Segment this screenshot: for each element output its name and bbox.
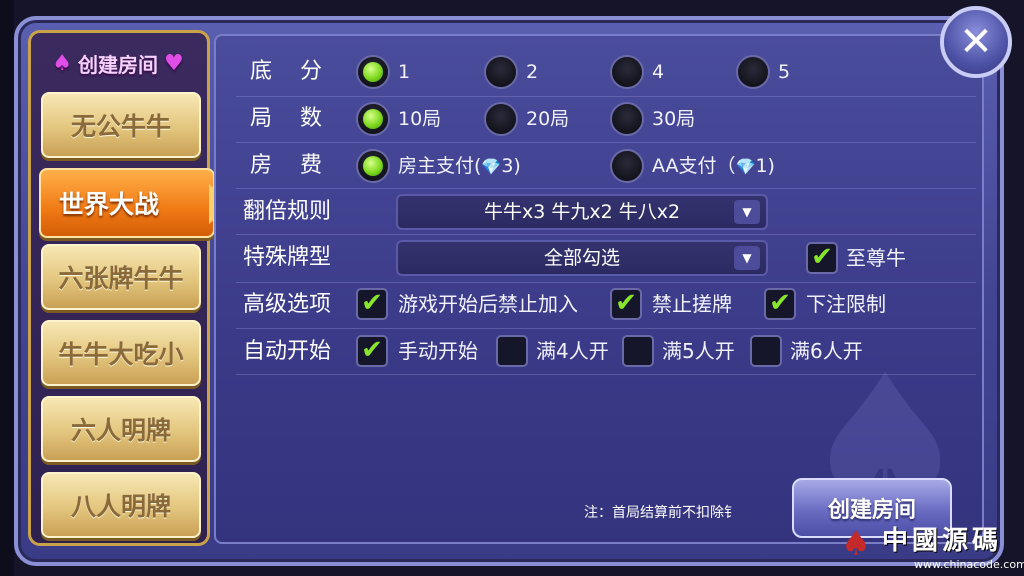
fee-option-label: AA支付（ [652,155,736,177]
divider [236,142,976,143]
background [0,0,14,576]
fee-radio-aa[interactable] [610,149,644,183]
room-fee-label: 房费 [250,153,351,178]
advanced-option-label: 下注限制 [806,292,886,316]
special-hand-label: 特殊牌型 [243,245,332,270]
rounds-radio-20[interactable] [484,102,518,136]
tab-label: 无公牛牛 [70,112,171,141]
fee-option-aa: AA支付（💎1) [652,149,775,183]
divider [236,374,976,375]
base-score-option: 1 [398,61,411,83]
chevron-down-icon: ▼ [734,246,760,270]
special-hand-value: 全部勾选 [543,247,620,269]
no-rub-card-checkbox[interactable]: ✔ [610,288,642,320]
supreme-niu-label: 至尊牛 [846,246,906,270]
tab-wugong-niuniu[interactable]: 无公牛牛 [41,92,201,158]
rounds-option: 30局 [652,108,696,130]
fee-gem-count: 3) [501,155,521,177]
base-score-radio-1[interactable] [356,55,390,89]
site-watermark: ♠ 中國源碼 www.chinacode.com [830,520,1024,576]
divider [236,328,976,329]
base-score-radio-2[interactable] [484,55,518,89]
sidebar-title: ♠ 创建房间 ♥ [32,44,204,82]
base-score-option: 5 [778,61,791,83]
fee-note: 注：首局结算前不扣除钅 [584,505,738,521]
spade-icon: ♠ [52,50,72,76]
fee-gem-count: 1) [755,155,775,177]
advanced-label: 高级选项 [243,292,332,317]
tab-label: 世界大战 [59,190,160,219]
divider [236,282,976,283]
bet-limit-checkbox[interactable]: ✔ [764,288,796,320]
tab-niuniu-big-eats-small[interactable]: 牛牛大吃小 [41,320,201,386]
advanced-option-label: 游戏开始后禁止加入 [398,292,578,316]
supreme-niu-checkbox[interactable]: ✔ [806,242,838,274]
divider [236,234,976,235]
auto-start-option-label: 手动开始 [398,339,478,363]
tab-label: 牛牛大吃小 [58,340,184,369]
base-score-option: 4 [652,61,665,83]
divider [236,188,976,189]
fee-radio-owner[interactable] [356,149,390,183]
divider [236,96,976,97]
full-6-start-checkbox[interactable] [750,335,782,367]
auto-start-option-label: 满6人开 [790,339,863,363]
fee-option-label: 房主支付( [398,155,482,177]
rounds-radio-30[interactable] [610,102,644,136]
sidebar-title-label: 创建房间 [78,52,158,77]
full-5-start-checkbox[interactable] [622,335,654,367]
tab-eight-player-open[interactable]: 八人明牌 [41,472,201,538]
rounds-option: 20局 [526,108,570,130]
rounds-option: 10局 [398,108,442,130]
full-4-start-checkbox[interactable] [496,335,528,367]
auto-start-label: 自动开始 [243,339,332,364]
fee-option-owner: 房主支付(💎3) [398,149,521,183]
tab-six-player-open[interactable]: 六人明牌 [41,396,201,462]
tab-label: 八人明牌 [70,492,171,521]
watermark-url: www.chinacode.com [914,558,1024,571]
multiplier-dropdown[interactable]: 牛牛x3 牛九x2 牛八x2 ▼ [396,194,768,230]
diamond-icon: 💎 [481,157,502,176]
tab-label: 六人明牌 [70,416,171,445]
auto-start-option-label: 满5人开 [662,339,735,363]
special-hand-dropdown[interactable]: 全部勾选 ▼ [396,240,768,276]
tab-label: 六张牌牛牛 [58,264,184,293]
chevron-down-icon: ▼ [734,200,760,224]
base-score-option: 2 [526,61,539,83]
multiplier-label: 翻倍规则 [243,199,332,224]
base-score-radio-4[interactable] [610,55,644,89]
tab-world-war[interactable]: 世界大战 [39,168,231,238]
diamond-icon: 💎 [735,157,756,176]
manual-start-checkbox[interactable]: ✔ [356,335,388,367]
close-icon[interactable]: ✕ [940,6,1012,78]
watermark-logo-icon: ♠ [840,524,872,564]
base-score-radio-5[interactable] [736,55,770,89]
rounds-label: 局数 [250,106,351,131]
auto-start-option-label: 满4人开 [536,339,609,363]
tab-six-card-niuniu[interactable]: 六张牌牛牛 [41,244,201,310]
no-join-after-start-checkbox[interactable]: ✔ [356,288,388,320]
rounds-radio-10[interactable] [356,102,390,136]
watermark-text: 中國源碼 [882,526,1003,556]
advanced-option-label: 禁止搓牌 [652,292,732,316]
heart-icon: ♥ [164,50,184,76]
base-score-label: 底分 [250,59,351,84]
multiplier-value: 牛牛x3 牛九x2 牛八x2 [483,201,681,223]
